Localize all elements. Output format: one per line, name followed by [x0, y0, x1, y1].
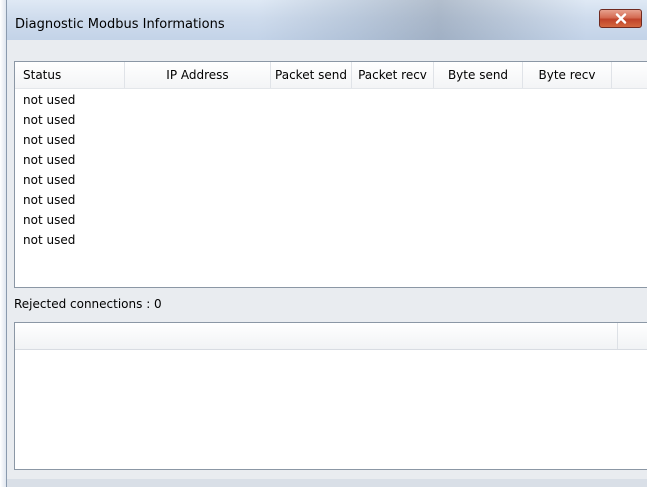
- close-icon: [615, 13, 626, 24]
- diagnostic-modbus-window: Diagnostic Modbus Informations Status IP…: [6, 0, 647, 487]
- column-ip-address[interactable]: IP Address: [125, 62, 271, 88]
- rejected-column-header[interactable]: [15, 323, 618, 349]
- column-status[interactable]: Status: [15, 62, 125, 88]
- rejected-list-header: [15, 323, 647, 350]
- column-byte-send[interactable]: Byte send: [434, 62, 523, 88]
- table-row[interactable]: not used: [23, 130, 75, 150]
- connections-header: Status IP Address Packet send Packet rec…: [15, 62, 647, 89]
- table-row[interactable]: not used: [23, 90, 75, 110]
- rejected-connections-list[interactable]: [14, 322, 647, 470]
- column-packet-recv[interactable]: Packet recv: [352, 62, 434, 88]
- table-row[interactable]: not used: [23, 230, 75, 250]
- title-bar[interactable]: Diagnostic Modbus Informations: [7, 0, 647, 40]
- table-row[interactable]: not used: [23, 150, 75, 170]
- column-byte-recv[interactable]: Byte recv: [523, 62, 612, 88]
- table-row[interactable]: not used: [23, 210, 75, 230]
- window-bottom-edge: [7, 479, 647, 487]
- column-filler: [612, 62, 647, 88]
- connections-list[interactable]: Status IP Address Packet send Packet rec…: [14, 61, 647, 288]
- table-row[interactable]: not used: [23, 190, 75, 210]
- rejected-connections-label: Rejected connections : 0: [14, 297, 162, 311]
- column-packet-send[interactable]: Packet send: [271, 62, 352, 88]
- close-button[interactable]: [599, 9, 642, 28]
- table-row[interactable]: not used: [23, 170, 75, 190]
- table-row[interactable]: not used: [23, 110, 75, 130]
- window-title: Diagnostic Modbus Informations: [15, 17, 225, 32]
- dialog-client-area: Status IP Address Packet send Packet rec…: [7, 40, 647, 487]
